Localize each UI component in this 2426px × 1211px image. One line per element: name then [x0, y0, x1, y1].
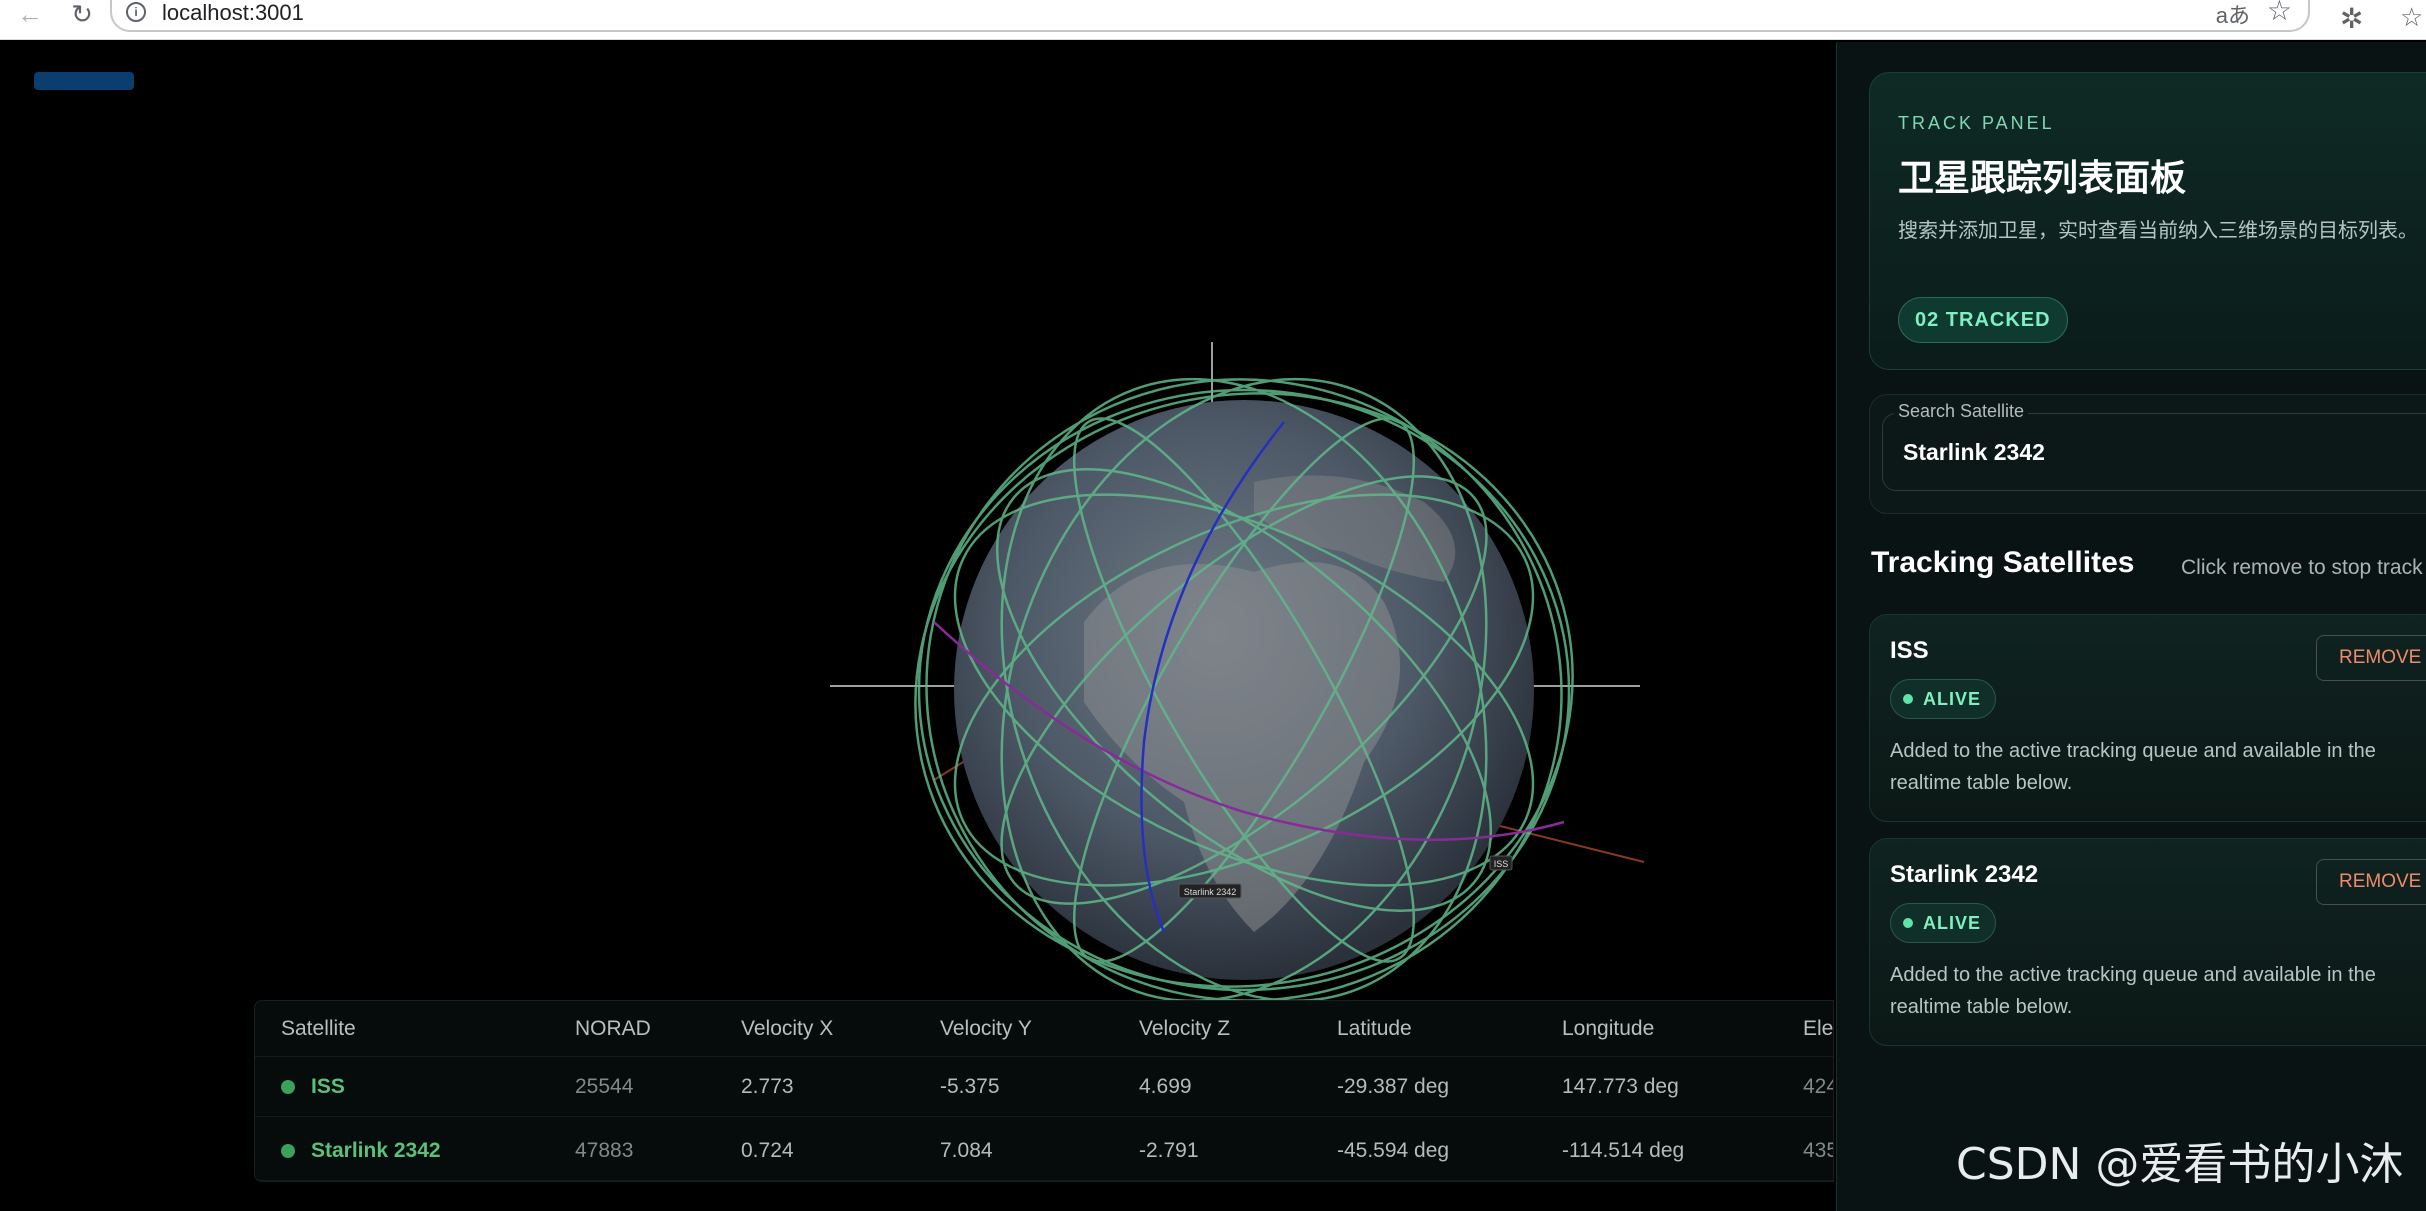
iss-label: ISS [1494, 859, 1509, 869]
header-longitude: Longitude [1562, 1016, 1655, 1040]
track-panel-description: 搜索并添加卫星，实时查看当前纳入三维场景的目标列表。 [1898, 218, 2418, 242]
url-text[interactable]: localhost:3001 [162, 0, 304, 26]
track-panel-kicker: TRACK PANEL [1898, 113, 2055, 133]
favorites-icon[interactable]: ☆ [2400, 2, 2423, 33]
track-side-panel: TRACK PANEL 卫星跟踪列表面板 搜索并添加卫星，实时查看当前纳入三维场… [1836, 42, 2426, 1211]
back-arrow-icon[interactable]: ← [10, 0, 50, 29]
row-satellite-name[interactable]: ISS [281, 1057, 345, 1116]
extensions-icon[interactable]: ✲ [2340, 2, 2363, 35]
site-info-icon[interactable]: i [126, 2, 146, 22]
remove-button[interactable]: REMOVE [2316, 859, 2426, 905]
satellite-card-title: ISS [1890, 637, 1929, 664]
status-badge: ALIVE [1890, 679, 1997, 719]
header-velocity-x: Velocity X [741, 1016, 834, 1040]
row-velocity-z: -2.791 [1139, 1138, 1199, 1162]
row-latitude: -29.387 deg [1337, 1074, 1450, 1098]
row-elevation: 424 [1803, 1074, 1833, 1098]
track-panel-card: TRACK PANEL 卫星跟踪列表面板 搜索并添加卫星，实时查看当前纳入三维场… [1869, 72, 2426, 370]
status-dot-icon [281, 1079, 295, 1094]
satellite-card: ISS REMOVE ALIVE Added to the active tra… [1869, 614, 2426, 822]
row-velocity-y: -5.375 [940, 1074, 1000, 1098]
translate-icon[interactable]: aあ [2216, 0, 2250, 30]
starlink-label: Starlink 2342 [1184, 887, 1237, 897]
reload-icon[interactable]: ↻ [62, 0, 102, 29]
browser-toolbar: ← ↻ i localhost:3001 aあ ☆ ✲ ☆ [0, 0, 2426, 40]
status-dot-icon [1903, 918, 1913, 928]
status-dot-icon [281, 1143, 295, 1158]
status-dot-icon [1903, 694, 1913, 704]
search-satellite-label: Search Satellite [1894, 401, 2029, 422]
row-longitude: 147.773 deg [1562, 1074, 1679, 1098]
row-norad: 25544 [575, 1074, 634, 1098]
row-velocity-z: 4.699 [1139, 1074, 1192, 1098]
satellite-card-description: Added to the active tracking queue and a… [1890, 740, 2376, 794]
app-viewport: Starlink 2342 ISS Satellite NORAD Veloci… [4, 42, 2426, 1211]
remove-button[interactable]: REMOVE [2316, 635, 2426, 681]
row-elevation: 435 [1803, 1138, 1833, 1162]
header-norad: NORAD [575, 1016, 651, 1040]
satellite-card-description: Added to the active tracking queue and a… [1890, 964, 2376, 1018]
realtime-data-table: Satellite NORAD Velocity X Velocity Y Ve… [254, 1000, 1834, 1182]
watermark-text: CSDN @爱看书的小沐 [1956, 1139, 2404, 1190]
row-longitude: -114.514 deg [1562, 1138, 1685, 1162]
row-velocity-x: 2.773 [741, 1074, 794, 1098]
header-satellite: Satellite [281, 1016, 356, 1040]
row-velocity-y: 7.084 [940, 1138, 993, 1162]
row-latitude: -45.594 deg [1337, 1138, 1450, 1162]
search-satellite-input[interactable] [1882, 413, 2426, 491]
table-header-row: Satellite NORAD Velocity X Velocity Y Ve… [255, 1001, 1834, 1057]
tracking-hint: Click remove to stop track [2181, 556, 2423, 579]
row-norad: 47883 [575, 1138, 634, 1162]
bookmark-star-icon[interactable]: ☆ [2267, 0, 2292, 27]
top-left-button[interactable] [34, 72, 134, 90]
tracking-satellites-title: Tracking Satellites [1871, 546, 2135, 579]
address-bar[interactable]: i localhost:3001 aあ ☆ [110, 0, 2310, 32]
table-row[interactable]: Starlink 2342 47883 0.724 7.084 -2.791 -… [255, 1121, 1833, 1181]
table-row[interactable]: ISS 25544 2.773 -5.375 4.699 -29.387 deg… [255, 1057, 1833, 1117]
row-velocity-x: 0.724 [741, 1138, 794, 1162]
search-card: Search Satellite [1869, 394, 2426, 514]
globe-scene[interactable]: Starlink 2342 ISS [784, 242, 1684, 1042]
header-elevation: Elev [1803, 1016, 1834, 1040]
tracked-count-badge: 02 TRACKED [1898, 297, 2068, 343]
satellite-card: Starlink 2342 REMOVE ALIVE Added to the … [1869, 838, 2426, 1046]
satellite-card-title: Starlink 2342 [1890, 861, 2039, 888]
header-velocity-z: Velocity Z [1139, 1016, 1231, 1040]
header-latitude: Latitude [1337, 1016, 1412, 1040]
track-panel-title: 卫星跟踪列表面板 [1898, 158, 2187, 199]
status-badge: ALIVE [1890, 903, 1997, 943]
row-satellite-name[interactable]: Starlink 2342 [281, 1121, 441, 1180]
header-velocity-y: Velocity Y [940, 1016, 1032, 1040]
